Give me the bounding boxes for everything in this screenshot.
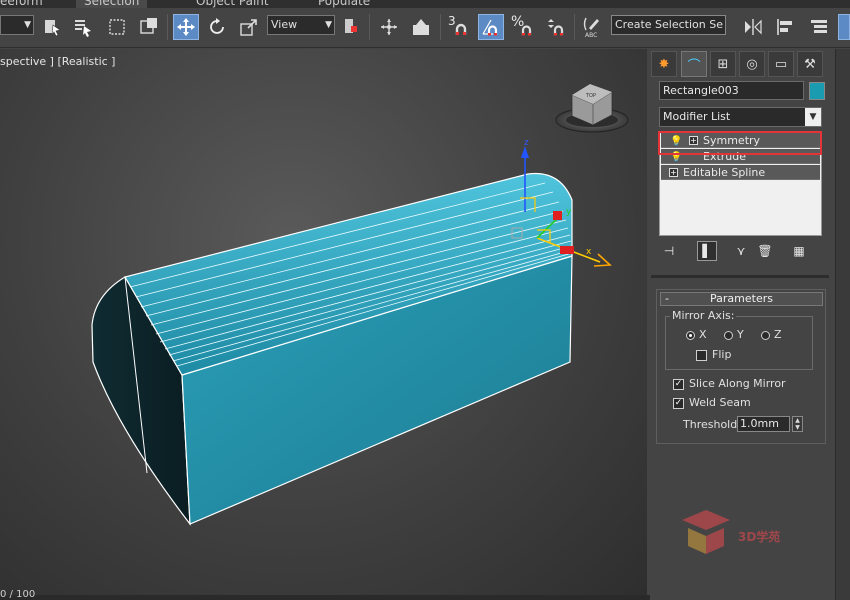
- select-and-rotate-icon[interactable]: [204, 14, 230, 40]
- mirror-axis-group: Mirror Axis: X Y Z Flip: [665, 309, 813, 370]
- mirror-axis-z-radio[interactable]: [761, 331, 770, 340]
- display-tab-icon[interactable]: ▭: [768, 51, 794, 77]
- chevron-down-icon: ▼: [805, 108, 821, 126]
- main-toolbar: ▼ View ▼ 3 % ABC Create Selection Se: [0, 8, 850, 48]
- reference-coord-dropdown[interactable]: View ▼: [267, 15, 335, 35]
- object-color-swatch[interactable]: [809, 82, 825, 100]
- viewcube-top-label: TOP: [585, 93, 596, 99]
- collapse-icon: -: [665, 292, 669, 305]
- scene-canvas: z y x TOP: [91, 83, 629, 526]
- show-end-result-icon[interactable]: ▌: [697, 241, 717, 261]
- ribbon-tab-bar: eeform Selection Object Paint Populate: [0, 0, 850, 8]
- named-selection-field[interactable]: Create Selection Se: [611, 15, 726, 35]
- command-panel-scrollbar[interactable]: [835, 49, 850, 600]
- perspective-viewport[interactable]: z y x TOP spective ] [Realistic ]: [0, 49, 647, 595]
- select-and-manipulate-icon[interactable]: [376, 14, 402, 40]
- mirror-icon[interactable]: [740, 14, 766, 40]
- gizmo-y-label: y: [566, 207, 572, 217]
- motion-tab-icon[interactable]: ◎: [739, 51, 765, 77]
- chevron-down-icon: ▼: [325, 20, 332, 30]
- percent-snap-icon[interactable]: %: [510, 14, 536, 40]
- chevron-down-icon: ▼: [24, 20, 31, 30]
- selection-filter-dropdown[interactable]: ▼: [0, 15, 34, 35]
- mirror-axis-x-radio[interactable]: [686, 331, 695, 340]
- threshold-input[interactable]: 1.0mm: [737, 416, 790, 432]
- align-icon[interactable]: [772, 14, 798, 40]
- pivot-center-icon[interactable]: [338, 14, 364, 40]
- command-panel-tabs: ✸ ⌒ ⊞ ◎ ▭ ⚒: [651, 51, 829, 79]
- edit-named-selection-icon[interactable]: ABC: [580, 14, 606, 40]
- threshold-label: Threshold:: [683, 418, 741, 431]
- stack-selection-highlight: [658, 131, 822, 155]
- ribbon-tab-selection[interactable]: Selection: [76, 0, 148, 8]
- select-and-scale-icon[interactable]: [236, 14, 262, 40]
- stack-item-editable-spline[interactable]: + Editable Spline: [661, 165, 820, 180]
- mirror-axis-y-radio[interactable]: [724, 331, 733, 340]
- time-slider-bar[interactable]: 0 / 100: [0, 589, 650, 600]
- panel-divider: [651, 275, 829, 278]
- watermark-logo: 3D学苑: [676, 506, 816, 562]
- mirror-axis-title: Mirror Axis:: [670, 309, 737, 322]
- frame-counter: 0 / 100: [0, 589, 36, 600]
- parameters-rollout: - Parameters Mirror Axis: X Y Z Flip ✓ S…: [656, 289, 826, 444]
- spinner-snap-icon[interactable]: [542, 14, 568, 40]
- object-name-field[interactable]: Rectangle003: [659, 81, 804, 100]
- toolbar-divider: [369, 14, 370, 40]
- viewcube[interactable]: TOP: [555, 83, 629, 133]
- weld-seam-checkbox[interactable]: ✓: [673, 398, 684, 409]
- toolbar-overflow-icon[interactable]: [838, 14, 850, 40]
- snap-toggle-icon[interactable]: 3: [446, 14, 472, 40]
- gizmo-z-label: z: [524, 138, 529, 148]
- flip-checkbox[interactable]: [696, 350, 707, 361]
- hierarchy-tab-icon[interactable]: ⊞: [710, 51, 736, 77]
- toolbar-divider: [440, 14, 441, 40]
- ribbon-tab-object-paint[interactable]: Object Paint: [196, 0, 269, 8]
- select-and-move-icon[interactable]: [173, 14, 199, 40]
- toggle-scene-explorer-icon[interactable]: [806, 14, 832, 40]
- slice-along-mirror-checkbox[interactable]: ✓: [673, 379, 684, 390]
- viewport-label[interactable]: spective ] [Realistic ]: [0, 55, 115, 68]
- modifier-list-dropdown[interactable]: Modifier List ▼: [659, 107, 822, 127]
- utilities-tab-icon[interactable]: ⚒: [797, 51, 823, 77]
- pin-stack-icon[interactable]: ⊣: [659, 241, 679, 261]
- parameters-rollout-header[interactable]: - Parameters: [660, 292, 823, 306]
- expand-icon[interactable]: +: [669, 168, 678, 177]
- watermark-text: 3D学苑: [738, 530, 781, 544]
- select-object-icon[interactable]: [40, 14, 66, 40]
- stack-toolbar: ⊣ ▌ ⋎ 🗑 ▦: [659, 241, 822, 263]
- threshold-spinner[interactable]: ▲ ▼: [792, 416, 803, 432]
- select-by-name-icon[interactable]: [70, 14, 96, 40]
- toolbar-divider: [167, 14, 168, 40]
- make-unique-icon[interactable]: ⋎: [731, 241, 751, 261]
- remove-modifier-icon[interactable]: 🗑: [755, 241, 775, 261]
- modify-tab-icon[interactable]: ⌒: [681, 51, 707, 77]
- toolbar-divider: [574, 14, 575, 40]
- rectangular-selection-icon[interactable]: [104, 14, 130, 40]
- create-tab-icon[interactable]: ✸: [651, 51, 677, 77]
- ribbon-tab-populate[interactable]: Populate: [318, 0, 370, 8]
- svg-text:ABC: ABC: [585, 32, 597, 38]
- keyboard-shortcut-override-icon[interactable]: [408, 14, 434, 40]
- configure-modifier-sets-icon[interactable]: ▦: [789, 241, 809, 261]
- window-crossing-icon[interactable]: [136, 14, 162, 40]
- ribbon-tab-freeform[interactable]: eeform: [0, 0, 43, 8]
- gizmo-x-label: x: [586, 247, 592, 257]
- angle-snap-icon[interactable]: [478, 14, 504, 40]
